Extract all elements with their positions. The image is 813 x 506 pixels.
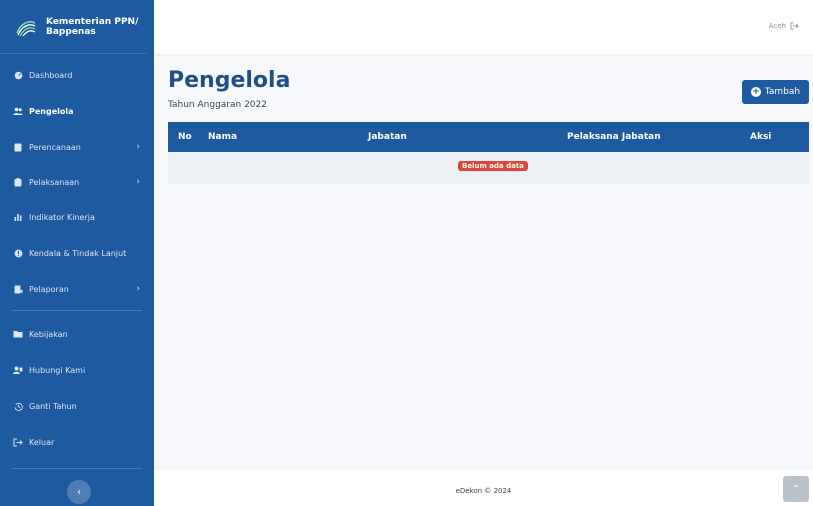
sidebar-item-label: Hubungi Kami [29,365,86,375]
sidebar-divider [12,468,142,469]
page-title: Pengelola [168,68,291,93]
sidebar-item-ganti-tahun[interactable]: Ganti Tahun [0,391,154,421]
sidebar-item-label: Perencanaan [29,142,81,152]
sidebar-item-label: Indikator Kinerja [29,212,95,222]
alert-icon [13,248,23,258]
chevron-right-icon: › [136,177,140,187]
bar-chart-icon [13,212,23,222]
report-icon [13,284,23,294]
chevron-up-icon: ⌃ [791,483,801,495]
column-header-nama: Nama [208,132,238,142]
sidebar-item-label: Kebijakan [29,329,68,339]
sidebar: Kementerian PPN/ Bappenas Dashboard Peng… [0,0,154,506]
column-header-aksi: Aksi [750,132,772,142]
table-header: No Nama Jabatan Pelaksana Jabatan Aksi [168,122,809,152]
chevron-right-icon: › [136,284,140,294]
sidebar-item-label: Pelaporan [29,284,69,294]
footer: eDekon © 2024 [154,470,813,506]
users-icon [13,106,23,116]
user-menu[interactable]: Aceh [769,22,799,30]
sidebar-item-label: Pelaksanaan [29,177,80,187]
user-name: Aceh [768,22,786,30]
add-button[interactable]: + Tambah [742,80,809,104]
sidebar-item-hubungi-kami[interactable]: Hubungi Kami [0,355,154,385]
brand-name: Kementerian PPN/ Bappenas [46,17,138,37]
page-subtitle: Tahun Anggaran 2022 [168,100,267,110]
table-row: Belum ada data [168,152,809,184]
dashboard-icon [13,70,23,80]
sidebar-item-perencanaan[interactable]: Perencanaan › [0,132,154,162]
sidebar-collapse-button[interactable]: ‹ [67,480,91,504]
sidebar-item-pengelola[interactable]: Pengelola [0,96,154,126]
column-header-no: No [178,132,192,142]
brand-line-1: Kementerian PPN/ [46,16,139,27]
column-header-pelaksana-jabatan: Pelaksana Jabatan [567,132,661,142]
scroll-to-top-button[interactable]: ⌃ [783,476,809,502]
empty-data-badge: Belum ada data [458,161,528,171]
bappenas-logo-icon [16,20,36,36]
brand-line-2: Bappenas [46,26,96,37]
pengelola-table: No Nama Jabatan Pelaksana Jabatan Aksi B… [168,122,809,184]
clipboard-icon [13,177,23,187]
sidebar-item-pelaporan[interactable]: Pelaporan › [0,274,154,304]
logout-icon [13,437,23,447]
chevron-right-icon: › [136,142,140,152]
history-icon [13,401,23,411]
folder-icon [13,329,23,339]
sidebar-item-pelaksanaan[interactable]: Pelaksanaan › [0,167,154,197]
sidebar-item-label: Dashboard [29,70,73,80]
contacts-icon [13,365,23,375]
topbar: Aceh [154,0,813,54]
logout-icon [790,22,799,30]
sidebar-item-label: Pengelola [29,106,74,116]
column-header-jabatan: Jabatan [368,132,407,142]
add-button-label: Tambah [764,87,801,97]
document-icon [13,142,23,152]
sidebar-item-label: Kendala & Tindak Lanjut [29,248,127,258]
sidebar-item-kebijakan[interactable]: Kebijakan [0,319,154,349]
plus-circle-icon: + [750,87,761,97]
sidebar-item-dashboard[interactable]: Dashboard [0,60,154,90]
sidebar-item-keluar[interactable]: Keluar [0,427,154,457]
sidebar-item-kendala[interactable]: Kendala & Tindak Lanjut [0,238,154,268]
sidebar-item-label: Ganti Tahun [29,401,77,411]
sidebar-item-label: Keluar [29,437,55,447]
brand[interactable]: Kementerian PPN/ Bappenas [0,0,146,54]
sidebar-item-indikator-kinerja[interactable]: Indikator Kinerja [0,202,154,232]
chevron-left-icon: ‹ [77,486,81,498]
sidebar-divider [12,310,142,311]
footer-text: eDekon © 2024 [455,487,512,495]
